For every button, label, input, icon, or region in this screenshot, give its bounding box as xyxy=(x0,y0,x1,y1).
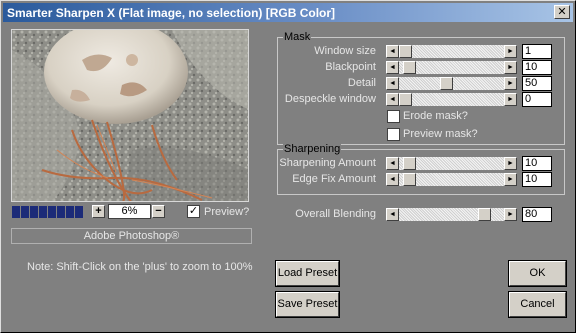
despeckle-window-track[interactable] xyxy=(399,93,504,106)
window-size-track[interactable] xyxy=(399,45,504,58)
arrow-left-icon[interactable]: ◄ xyxy=(386,77,399,90)
zoom-in-button[interactable]: + xyxy=(92,205,105,218)
host-bar: Adobe Photoshop® xyxy=(11,228,252,244)
overall-blending-slider[interactable]: ◄ ► xyxy=(386,208,517,221)
window-size-thumb[interactable] xyxy=(399,45,412,58)
overall-blending-thumb[interactable] xyxy=(478,208,491,221)
sharpening-amount-label: Sharpening Amount xyxy=(279,157,376,169)
close-button[interactable]: ✕ xyxy=(554,5,570,19)
preview-checkbox[interactable]: ✓ xyxy=(187,205,200,218)
title-bar[interactable]: Smarter Sharpen X (Flat image, no select… xyxy=(3,3,573,22)
close-icon: ✕ xyxy=(557,6,567,18)
edge-fix-amount-value-field[interactable]: 10 xyxy=(522,172,552,187)
arrow-right-icon[interactable]: ► xyxy=(504,45,517,58)
despeckle-window-slider[interactable]: ◄ ► xyxy=(386,93,517,106)
arrow-left-icon[interactable]: ◄ xyxy=(386,93,399,106)
check-icon: ✓ xyxy=(188,205,199,217)
window-size-slider[interactable]: ◄ ► xyxy=(386,45,517,58)
mask-group-title: Mask xyxy=(283,31,312,43)
erode-mask-label: Erode mask? xyxy=(403,110,468,122)
sharpening-amount-value-field[interactable]: 10 xyxy=(522,156,552,171)
arrow-right-icon[interactable]: ► xyxy=(504,157,517,170)
window-title: Smarter Sharpen X (Flat image, no select… xyxy=(7,6,336,20)
overall-blending-label: Overall Blending xyxy=(295,208,376,220)
detail-slider[interactable]: ◄ ► xyxy=(386,77,517,90)
preview-image xyxy=(12,30,248,201)
zoom-out-button[interactable]: − xyxy=(152,205,165,218)
arrow-right-icon[interactable]: ► xyxy=(504,173,517,186)
plus-icon: + xyxy=(95,205,102,217)
arrow-left-icon[interactable]: ◄ xyxy=(386,157,399,170)
progress-segment xyxy=(39,206,47,218)
progress-segment xyxy=(75,206,83,218)
zoom-field[interactable]: 6% xyxy=(108,204,151,219)
arrow-left-icon[interactable]: ◄ xyxy=(386,173,399,186)
progress-segment xyxy=(66,206,74,218)
load-preset-button[interactable]: Load Preset xyxy=(275,260,340,287)
arrow-left-icon[interactable]: ◄ xyxy=(386,45,399,58)
preview-checkbox-label: Preview? xyxy=(204,206,250,218)
edge-fix-amount-label: Edge Fix Amount xyxy=(292,173,376,185)
save-preset-button[interactable]: Save Preset xyxy=(275,291,340,318)
progress-segment xyxy=(12,206,20,218)
arrow-right-icon[interactable]: ► xyxy=(504,61,517,74)
erode-mask-checkbox[interactable] xyxy=(387,110,400,123)
sharpening-group-title: Sharpening xyxy=(283,143,342,155)
minus-icon: − xyxy=(155,205,162,217)
preview-mask-label: Preview mask? xyxy=(403,128,478,140)
overall-blending-value-field[interactable]: 80 xyxy=(522,207,552,222)
detail-value-field[interactable]: 50 xyxy=(522,76,552,91)
window-size-label: Window size xyxy=(314,45,376,57)
image-preview[interactable] xyxy=(11,29,249,202)
arrow-right-icon[interactable]: ► xyxy=(504,93,517,106)
despeckle-window-label: Despeckle window xyxy=(284,93,376,105)
sharpening-amount-slider[interactable]: ◄ ► xyxy=(386,157,517,170)
zoom-note: Note: Shift-Click on the 'plus' to zoom … xyxy=(27,261,253,273)
sharpening-amount-thumb[interactable] xyxy=(403,157,416,170)
window-size-value-field[interactable]: 1 xyxy=(522,44,552,59)
despeckle-window-value-field[interactable]: 0 xyxy=(522,92,552,107)
arrow-left-icon[interactable]: ◄ xyxy=(386,208,399,221)
progress-segment xyxy=(48,206,56,218)
preview-mask-checkbox[interactable] xyxy=(387,128,400,141)
arrow-right-icon[interactable]: ► xyxy=(504,77,517,90)
edge-fix-amount-thumb[interactable] xyxy=(403,173,416,186)
blackpoint-thumb[interactable] xyxy=(403,61,416,74)
progress-segment xyxy=(30,206,38,218)
progress-bar xyxy=(12,206,84,218)
blackpoint-value-field[interactable]: 10 xyxy=(522,60,552,75)
dialog-window: Smarter Sharpen X (Flat image, no select… xyxy=(0,0,576,333)
edge-fix-amount-slider[interactable]: ◄ ► xyxy=(386,173,517,186)
detail-thumb[interactable] xyxy=(440,77,453,90)
blackpoint-slider[interactable]: ◄ ► xyxy=(386,61,517,74)
despeckle-window-thumb[interactable] xyxy=(399,93,412,106)
arrow-right-icon[interactable]: ► xyxy=(504,208,517,221)
cancel-button[interactable]: Cancel xyxy=(508,291,567,318)
detail-label: Detail xyxy=(347,77,376,89)
blackpoint-label: Blackpoint xyxy=(325,61,376,73)
arrow-left-icon[interactable]: ◄ xyxy=(386,61,399,74)
progress-segment xyxy=(21,206,29,218)
progress-segment xyxy=(57,206,65,218)
ok-button[interactable]: OK xyxy=(508,260,567,287)
